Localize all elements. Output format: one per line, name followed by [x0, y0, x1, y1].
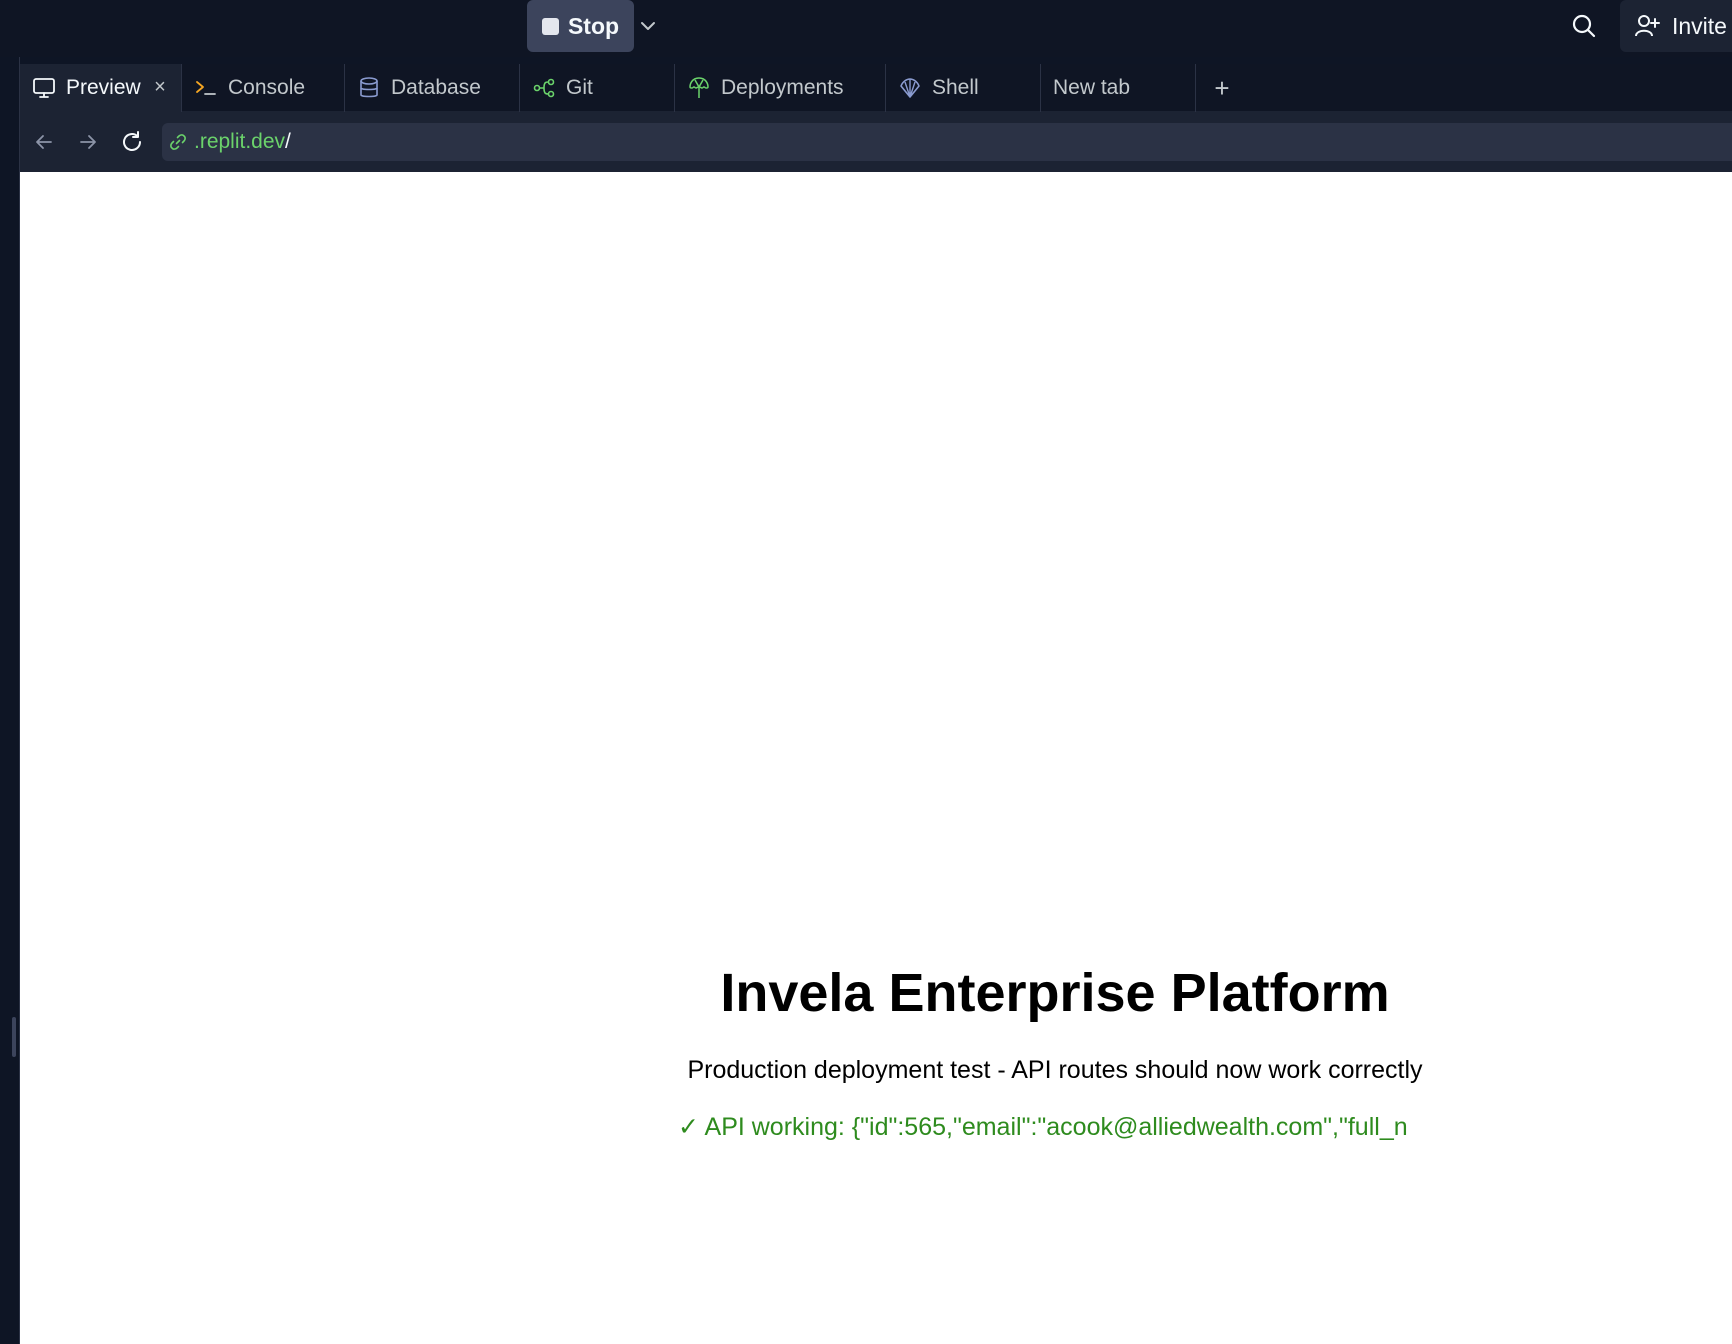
arrow-right-icon — [80, 135, 96, 149]
replit-workspace: Stop Invite Preview × Console Database G… — [0, 0, 1732, 1344]
back-button[interactable] — [22, 120, 66, 164]
tab-preview[interactable]: Preview × — [20, 64, 182, 112]
search-button[interactable] — [1566, 8, 1602, 44]
link-icon — [170, 134, 186, 150]
shell-icon — [900, 78, 920, 98]
reload-icon — [123, 131, 141, 151]
preview-nav-bar: .replit.dev / — [20, 112, 1732, 172]
top-bar: Stop Invite — [0, 0, 1732, 57]
terminal-icon — [196, 81, 216, 95]
url-host: .replit.dev — [194, 130, 286, 153]
tab-new-tab[interactable]: New tab — [1041, 64, 1196, 112]
tab-label: Deployments — [721, 76, 844, 99]
tab-deployments[interactable]: Deployments — [675, 64, 886, 112]
tab-console[interactable]: Console — [182, 64, 345, 112]
invite-label: Invite — [1672, 12, 1727, 39]
arrow-left-icon — [36, 135, 52, 149]
pane-tab-bar: Preview × Console Database Git Deploymen… — [20, 64, 1732, 112]
stop-button[interactable]: Stop — [527, 0, 634, 52]
tab-label: Preview — [66, 76, 141, 99]
tab-git[interactable]: Git — [520, 64, 675, 112]
search-icon — [1572, 14, 1596, 38]
tab-label: Shell — [932, 76, 979, 99]
reload-button[interactable] — [110, 120, 154, 164]
left-panel-edge — [0, 57, 20, 1344]
add-tab-button[interactable]: + — [1196, 64, 1248, 112]
monitor-icon — [33, 78, 55, 98]
page-subtitle: Production deployment test - API routes … — [687, 1056, 1423, 1084]
close-tab-icon[interactable]: × — [149, 76, 171, 98]
tab-label: Git — [566, 76, 593, 99]
plus-icon: + — [1214, 72, 1230, 103]
tab-label: New tab — [1053, 76, 1131, 99]
panel-resize-handle[interactable] — [12, 1017, 16, 1057]
database-icon — [360, 77, 378, 98]
url-input[interactable]: .replit.dev / — [162, 123, 1732, 161]
stop-icon — [541, 17, 559, 35]
tab-shell[interactable]: Shell — [886, 64, 1041, 112]
tab-database[interactable]: Database — [345, 64, 520, 112]
tab-label: Console — [228, 76, 306, 99]
api-status-message: ✓ API working: {"id":565,"email":"acook@… — [678, 1113, 1408, 1141]
tab-label: Database — [391, 76, 481, 99]
invite-button[interactable]: Invite — [1620, 0, 1732, 52]
chevron-down-icon — [641, 22, 655, 30]
user-plus-icon — [1635, 15, 1660, 37]
run-options-dropdown[interactable] — [634, 0, 662, 52]
stop-button-label: Stop — [567, 12, 620, 39]
deployments-icon — [689, 77, 709, 98]
preview-viewport: Invela Enterprise Platform Production de… — [20, 172, 1732, 1344]
url-path: / — [285, 130, 291, 153]
page-title: Invela Enterprise Platform — [720, 963, 1390, 1023]
forward-button[interactable] — [66, 120, 110, 164]
git-icon — [533, 78, 555, 98]
